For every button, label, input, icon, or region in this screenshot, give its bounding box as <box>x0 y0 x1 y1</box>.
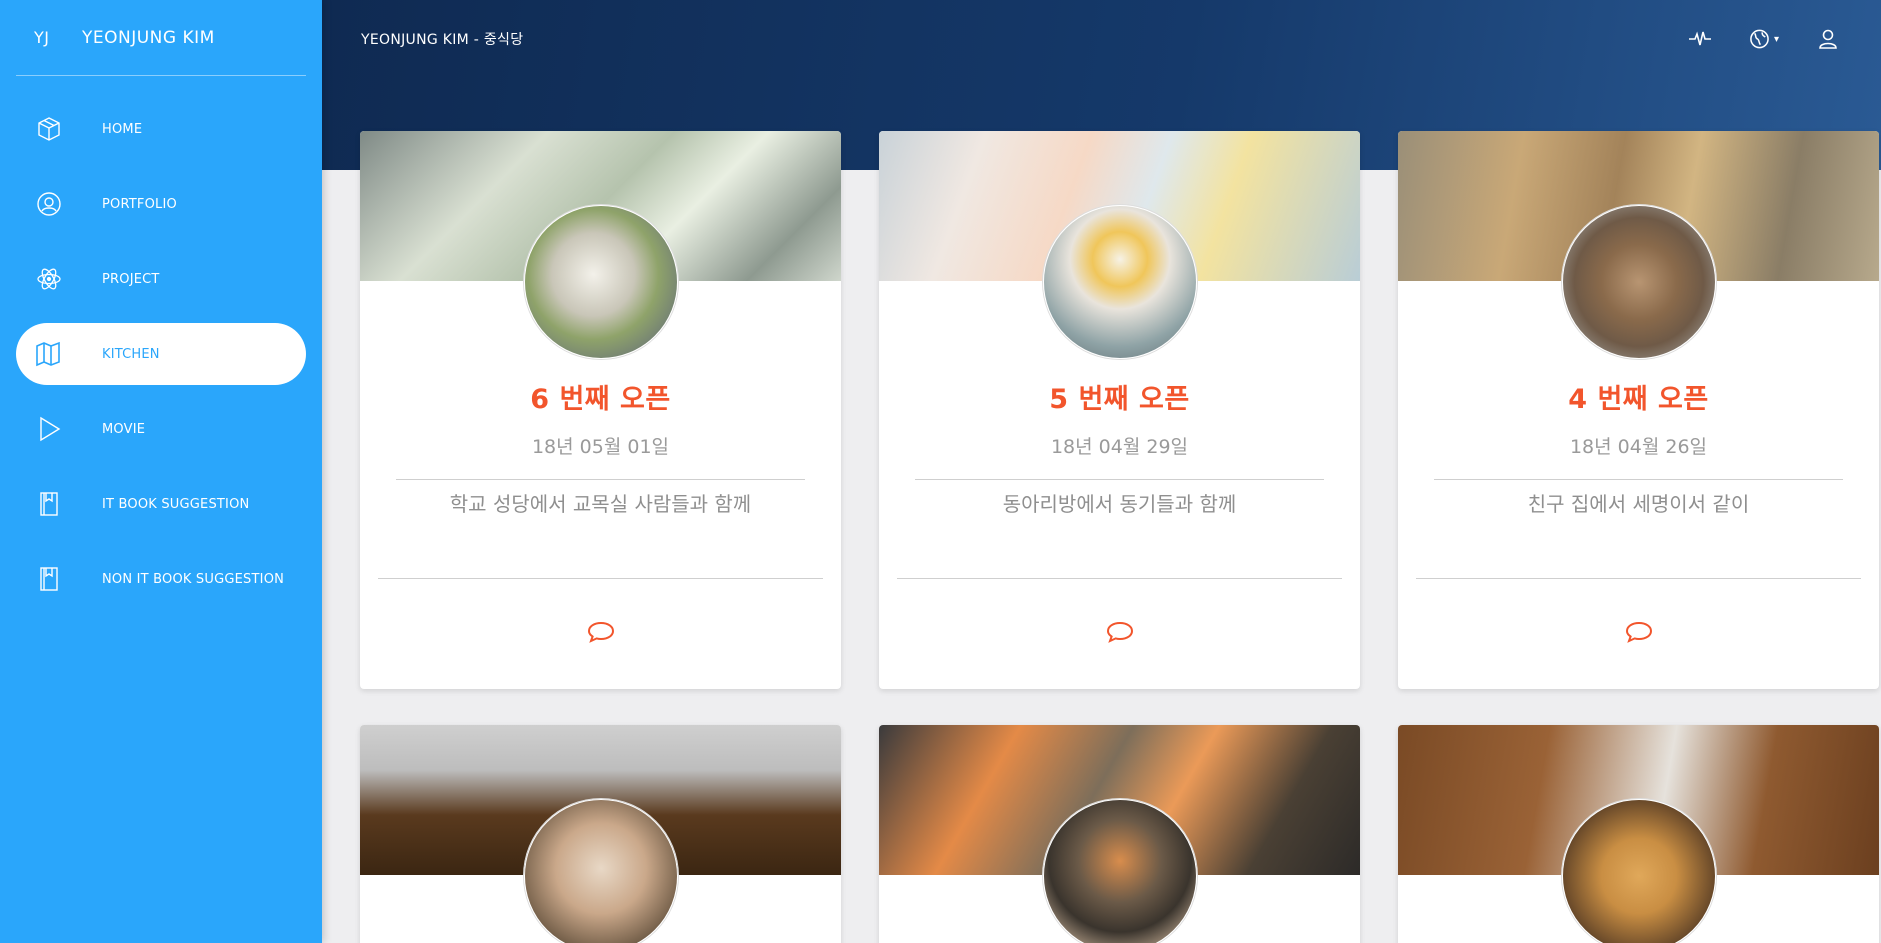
sidebar-item-label: IT BOOK SUGGESTION <box>102 496 250 512</box>
sidebar-item-kitchen[interactable]: KITCHEN <box>16 323 306 385</box>
sidebar-item-label: HOME <box>102 121 143 137</box>
card-date: 18년 05월 01일 <box>531 436 670 458</box>
card-date: 18년 04월 29일 <box>1050 436 1189 458</box>
sidebar-item-label: NON IT BOOK SUGGESTION <box>102 571 285 587</box>
card-avatar-photo <box>1561 799 1716 943</box>
card-footer <box>879 579 1360 689</box>
sidebar-item-label: PORTFOLIO <box>102 196 177 212</box>
play-icon <box>34 414 64 444</box>
card-title: 4 번째 오픈 <box>1568 384 1709 415</box>
user-icon[interactable] <box>1813 24 1843 54</box>
comment-icon[interactable] <box>587 620 615 648</box>
activity-icon[interactable] <box>1685 24 1715 54</box>
box-icon <box>34 114 64 144</box>
sidebar-item-home[interactable]: HOME <box>16 98 306 160</box>
comment-icon[interactable] <box>1106 620 1134 648</box>
sidebar-item-label: PROJECT <box>102 271 160 287</box>
chevron-down-icon: ▾ <box>1773 33 1779 45</box>
card-avatar-photo <box>1561 205 1716 359</box>
sidebar-item-label: KITCHEN <box>102 346 160 362</box>
card-avatar-photo <box>523 205 678 359</box>
user-circle-icon <box>34 189 64 219</box>
card-title: 6 번째 오픈 <box>530 384 671 415</box>
brand[interactable]: YJ YEONJUNG KIM <box>16 0 306 76</box>
atom-icon <box>34 264 64 294</box>
sidebar-item-portfolio[interactable]: PORTFOLIO <box>16 173 306 235</box>
kitchen-card[interactable]: 4 번째 오픈 18년 04월 26일 친구 집에서 세명이서 같이 <box>1398 131 1879 689</box>
sidebar-item-project[interactable]: PROJECT <box>16 248 306 310</box>
book-icon <box>34 564 64 594</box>
header-actions: ▾ <box>1651 24 1843 54</box>
divider <box>1434 479 1843 480</box>
card-title: 5 번째 오픈 <box>1049 384 1190 415</box>
book-icon <box>34 489 64 519</box>
divider <box>915 479 1324 480</box>
kitchen-card[interactable] <box>879 725 1360 943</box>
card-description: 동아리방에서 동기들과 함께 <box>1002 492 1237 516</box>
card-avatar-photo <box>523 799 678 943</box>
map-icon <box>34 339 64 369</box>
globe-icon[interactable]: ▾ <box>1749 24 1779 54</box>
sidebar-nav: HOME PORTFOLIO PROJECT KITCHEN MOVIE IT … <box>0 98 322 610</box>
sidebar: YJ YEONJUNG KIM HOME PORTFOLIO PROJECT K… <box>0 0 322 943</box>
kitchen-card-grid: 6 번째 오픈 18년 05월 01일 학교 성당에서 교목실 사람들과 함께 … <box>360 131 1881 943</box>
card-footer <box>360 579 841 689</box>
kitchen-card[interactable]: 5 번째 오픈 18년 04월 29일 동아리방에서 동기들과 함께 <box>879 131 1360 689</box>
card-avatar-photo <box>1042 205 1197 359</box>
kitchen-card[interactable] <box>1398 725 1879 943</box>
sidebar-item-movie[interactable]: MOVIE <box>16 398 306 460</box>
kitchen-card[interactable]: 6 번째 오픈 18년 05월 01일 학교 성당에서 교목실 사람들과 함께 <box>360 131 841 689</box>
card-avatar-photo <box>1042 799 1197 943</box>
sidebar-item-non-it-book-suggestion[interactable]: NON IT BOOK SUGGESTION <box>16 548 306 610</box>
card-footer <box>1398 579 1879 689</box>
brand-name: YEONJUNG KIM <box>82 27 215 48</box>
sidebar-item-label: MOVIE <box>102 421 146 437</box>
card-description: 친구 집에서 세명이서 같이 <box>1527 492 1750 516</box>
comment-icon[interactable] <box>1625 620 1653 648</box>
page-title: YEONJUNG KIM - 중식당 <box>361 32 524 48</box>
sidebar-item-it-book-suggestion[interactable]: IT BOOK SUGGESTION <box>16 473 306 535</box>
card-description: 학교 성당에서 교목실 사람들과 함께 <box>449 492 752 516</box>
card-date: 18년 04월 26일 <box>1569 436 1708 458</box>
kitchen-card[interactable] <box>360 725 841 943</box>
brand-initials: YJ <box>34 28 50 47</box>
divider <box>396 479 805 480</box>
